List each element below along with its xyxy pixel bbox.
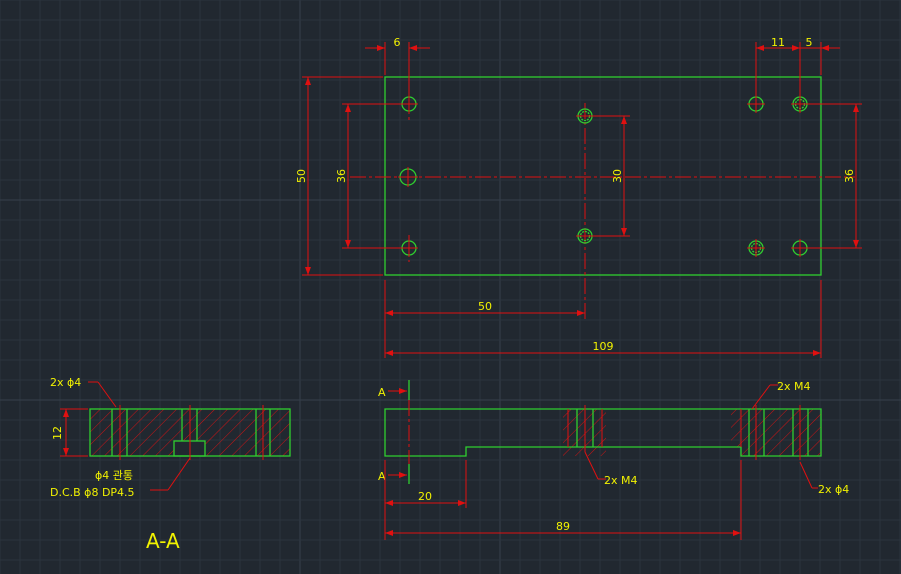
dim-label-11: 11: [771, 36, 785, 49]
dim-right-hole-span[interactable]: 36: [809, 103, 862, 249]
hole-right-outer-bottom[interactable]: [791, 239, 809, 257]
callout-side-phi4-text: 2x ϕ4: [50, 376, 81, 389]
hole-right-inner-bottom[interactable]: [747, 239, 765, 257]
dim-width[interactable]: 109: [385, 280, 822, 358]
dim-label-12: 12: [51, 426, 64, 440]
callout-right-phi4-text: 2x ϕ4: [818, 483, 849, 496]
note-through-hole: ϕ4 관통: [95, 469, 133, 482]
section-cut-line[interactable]: A A: [378, 380, 410, 484]
dim-label-36-right: 36: [843, 169, 856, 183]
hole-right-inner-top[interactable]: [747, 95, 765, 113]
callout-right-m4[interactable]: 2x M4: [751, 380, 811, 410]
section-title: A-A: [146, 529, 180, 553]
hole-left-middle[interactable]: [398, 167, 418, 187]
callout-right-m4-text: 2x M4: [777, 380, 811, 393]
dim-label-50-width: 50: [478, 300, 492, 313]
dim-label-20: 20: [418, 490, 432, 503]
background-grid: [0, 0, 901, 574]
dim-label-50-height: 50: [295, 169, 308, 183]
hole-left-top[interactable]: [400, 95, 418, 113]
dim-center-hole-span[interactable]: 30: [594, 115, 630, 237]
callout-center-m4-text: 2x M4: [604, 474, 638, 487]
dim-label-6: 6: [394, 36, 401, 49]
dim-label-5: 5: [806, 36, 813, 49]
cad-drawing-canvas[interactable]: 6 11 5 50 36 30 36 50 109 A A 2x M4 2x M…: [0, 0, 901, 574]
dim-label-30: 30: [611, 169, 624, 183]
note-counterbore: D.C.B ϕ8 DP4.5: [50, 486, 135, 499]
hole-right-outer-top[interactable]: [791, 95, 809, 113]
dim-left-hole-span[interactable]: 36: [335, 103, 400, 249]
callout-right-phi4[interactable]: 2x ϕ4: [799, 461, 849, 496]
dim-hole-spacing-right[interactable]: 11 5: [755, 36, 840, 96]
side-section-view: 12 2x ϕ4 ϕ4 관통 D.C.B ϕ8 DP4.5 A-A: [50, 376, 291, 553]
hatch-right-holes-lower: [741, 447, 821, 456]
callout-center-m4[interactable]: 2x M4: [584, 451, 638, 487]
dim-label-109: 109: [593, 340, 614, 353]
dim-label-89: 89: [556, 520, 570, 533]
section-label-a-top: A: [378, 386, 386, 399]
dim-side-height[interactable]: 12: [51, 408, 88, 457]
dim-label-36-left: 36: [335, 169, 348, 183]
hole-left-bottom[interactable]: [400, 239, 418, 257]
dim-center-hole-x[interactable]: 50: [384, 280, 585, 358]
